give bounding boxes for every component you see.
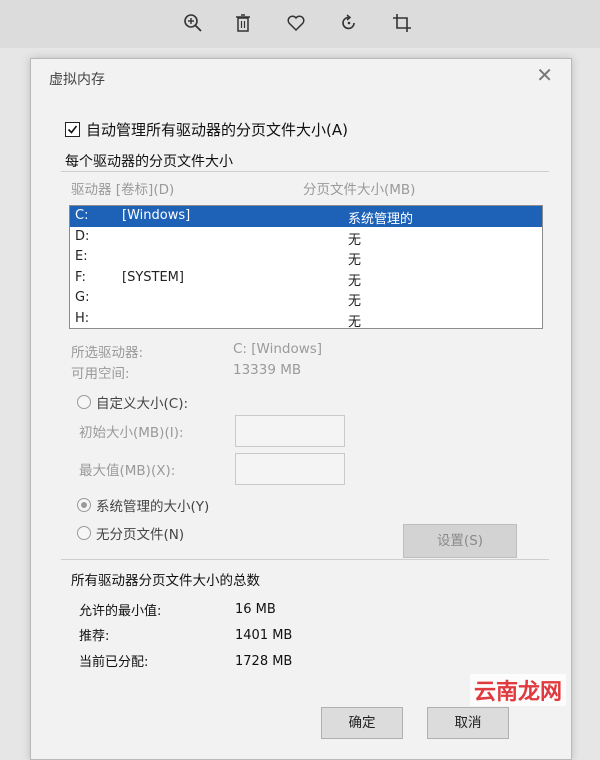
close-icon[interactable]: ✕: [536, 63, 553, 87]
recommended-label: 推荐:: [79, 629, 110, 644]
drive-letter: C:: [75, 208, 89, 223]
favorite-icon[interactable]: [281, 8, 311, 38]
column-header-drive: 驱动器 [卷标](D): [71, 182, 175, 198]
dialog-title: 虚拟内存: [49, 72, 105, 88]
drive-row[interactable]: D: 无: [70, 227, 542, 248]
drive-paging-size: 无: [348, 314, 362, 329]
initial-size-label: 初始大小(MB)(I):: [79, 425, 184, 441]
auto-manage-label: 自动管理所有驱动器的分页文件大小(A): [86, 121, 348, 139]
no-paging-radio[interactable]: [77, 526, 91, 540]
auto-manage-option[interactable]: 自动管理所有驱动器的分页文件大小(A): [65, 119, 348, 140]
drive-letter: F:: [75, 269, 86, 285]
divider: [61, 559, 549, 560]
auto-manage-checkbox[interactable]: [65, 122, 80, 137]
drive-letter: E:: [75, 249, 88, 264]
recommended-value: 1401 MB: [235, 628, 293, 643]
custom-size-radio[interactable]: [77, 395, 91, 409]
custom-size-label: 自定义大小(C):: [96, 396, 189, 412]
system-managed-label: 系统管理的大小(Y): [96, 499, 210, 515]
drive-label: [Windows]: [122, 208, 191, 223]
drive-paging-size: 系统管理的: [348, 212, 414, 227]
photo-viewer-toolbar: [0, 0, 600, 48]
drive-paging-size: 无: [348, 273, 362, 289]
selected-drive-label: 所选驱动器:: [71, 345, 144, 361]
total-section-title: 所有驱动器分页文件大小的总数: [71, 573, 260, 589]
max-size-input[interactable]: [235, 453, 345, 485]
crop-icon[interactable]: [387, 8, 417, 38]
no-paging-option[interactable]: 无分页文件(N): [77, 523, 184, 543]
drive-row[interactable]: G: 无: [70, 288, 542, 309]
drive-row[interactable]: E: 无: [70, 247, 542, 268]
custom-size-option[interactable]: 自定义大小(C):: [77, 392, 188, 412]
drive-row[interactable]: C: [Windows] 系统管理的: [70, 206, 542, 227]
free-space-label: 可用空间:: [71, 366, 130, 382]
max-size-label: 最大值(MB)(X):: [79, 463, 176, 479]
divider: [61, 171, 549, 172]
delete-icon[interactable]: [228, 8, 258, 38]
rotate-icon[interactable]: [334, 8, 364, 38]
drive-letter: H:: [75, 310, 90, 326]
watermark: 云南龙网: [470, 674, 567, 706]
drive-paging-size: 无: [348, 294, 362, 309]
allocated-label: 当前已分配:: [79, 655, 149, 670]
drive-letter: D:: [75, 228, 90, 244]
column-header-size: 分页文件大小(MB): [303, 182, 416, 198]
min-allowed-label: 允许的最小值:: [79, 604, 162, 619]
group-label: 每个驱动器的分页文件大小: [65, 154, 233, 170]
initial-size-input[interactable]: [235, 415, 345, 447]
allocated-value: 1728 MB: [235, 654, 293, 669]
selected-drive-value: C: [Windows]: [233, 341, 323, 357]
drive-paging-size: 无: [348, 253, 362, 268]
system-managed-radio[interactable]: [77, 498, 91, 512]
drive-row[interactable]: F: [SYSTEM] 无: [70, 268, 542, 289]
drive-label: [SYSTEM]: [122, 269, 184, 285]
drive-letter: G:: [75, 290, 90, 305]
drive-row[interactable]: H: 无: [70, 309, 542, 329]
free-space-value: 13339 MB: [233, 362, 302, 378]
set-button[interactable]: 设置(S): [403, 524, 517, 558]
system-managed-option[interactable]: 系统管理的大小(Y): [77, 495, 209, 515]
zoom-in-icon[interactable]: [178, 8, 208, 38]
cancel-button[interactable]: 取消: [427, 707, 509, 739]
no-paging-label: 无分页文件(N): [96, 527, 185, 543]
drive-paging-size: 无: [348, 232, 362, 248]
virtual-memory-dialog: 虚拟内存 ✕ 自动管理所有驱动器的分页文件大小(A) 每个驱动器的分页文件大小 …: [30, 58, 572, 760]
drive-list[interactable]: C: [Windows] 系统管理的 D: 无 E: 无 F: [SYSTEM]…: [69, 205, 543, 329]
min-allowed-value: 16 MB: [235, 602, 276, 617]
ok-button[interactable]: 确定: [321, 707, 403, 739]
